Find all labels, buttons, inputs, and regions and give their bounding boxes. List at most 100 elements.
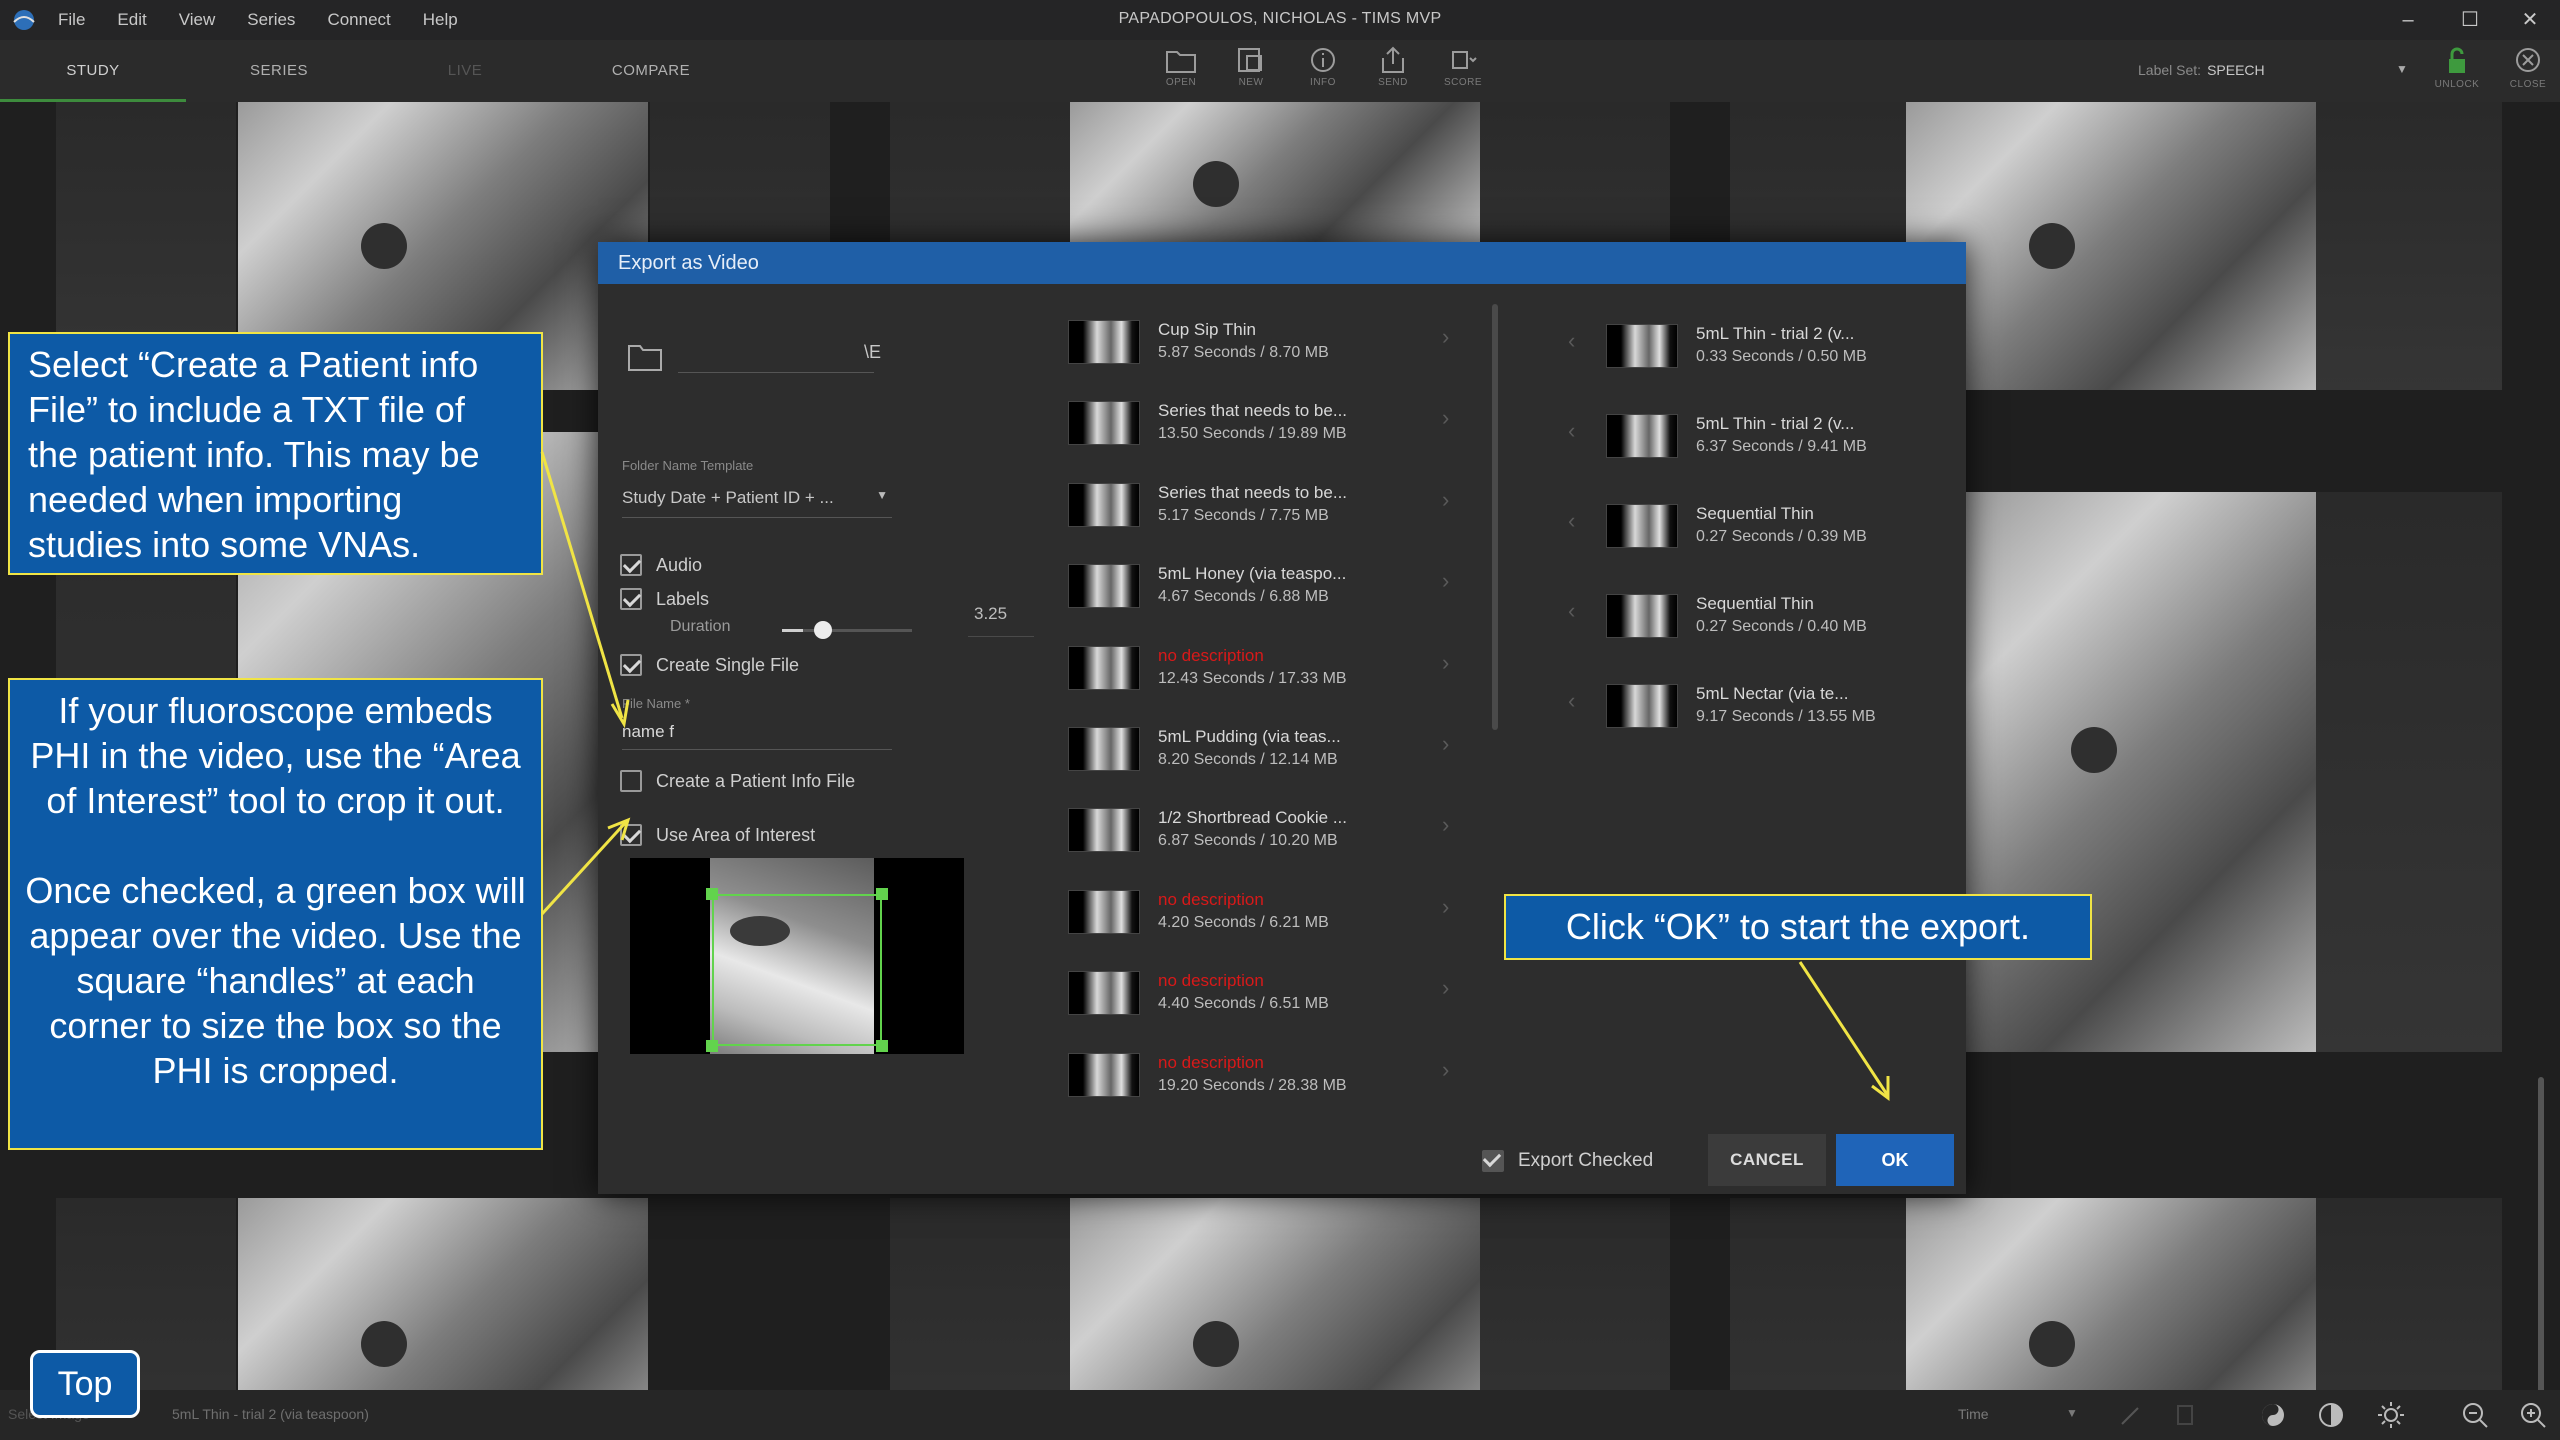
label-set-select[interactable]: Label Set: SPEECH [2138,62,2265,78]
folder-path[interactable]: \E [864,342,881,363]
menu-view[interactable]: View [179,10,216,30]
duration-slider[interactable] [782,621,912,639]
unlock-button[interactable]: UNLOCK [2426,46,2488,98]
chevron-right-icon[interactable]: › [1442,812,1449,838]
maximize-icon[interactable]: ☐ [2450,4,2490,36]
series-item[interactable]: 5mL Nectar (via te... 9.17 Seconds / 13.5… [1568,674,1998,756]
duration-slider-handle[interactable] [813,621,832,639]
chevron-left-icon[interactable]: ‹ [1568,598,1575,624]
chevron-left-icon[interactable]: ‹ [1568,418,1575,444]
patient-info-checkbox[interactable] [620,770,642,792]
area-of-interest-box[interactable] [712,894,882,1046]
aoi-handle-top-right[interactable] [876,888,888,900]
single-file-checkbox[interactable] [620,654,642,676]
top-button[interactable]: Top [30,1350,140,1418]
labels-checkbox-row[interactable]: Labels [620,586,709,612]
menu-help[interactable]: Help [423,10,458,30]
menu-series[interactable]: Series [247,10,295,30]
folder-icon[interactable] [626,340,664,374]
tab-study[interactable]: STUDY [0,40,186,102]
series-title: no description [1158,645,1264,665]
chevron-right-icon[interactable]: › [1442,487,1449,513]
series-duration-size: 6.37 Seconds / 9.41 MB [1696,438,1867,455]
grid-frame[interactable] [1070,102,1480,242]
zoom-in-icon[interactable] [2518,1400,2548,1430]
series-duration-size: 5.87 Seconds / 8.70 MB [1158,344,1329,361]
ok-button[interactable]: OK [1836,1134,1954,1186]
series-item[interactable]: Cup Sip Thin 5.87 Seconds / 8.70 MB › [1060,310,1460,392]
series-item[interactable]: 5mL Pudding (via teas... 8.20 Seconds / 1… [1060,717,1460,799]
time-select[interactable]: Time [1958,1406,1989,1422]
series-item[interactable]: 5mL Thin - trial 2 (v... 0.33 Seconds / 0… [1568,314,1998,396]
tab-series[interactable]: SERIES [186,40,372,102]
menu-connect[interactable]: Connect [327,10,390,30]
series-item[interactable]: Sequential Thin 0.27 Seconds / 0.39 MB ‹ [1568,494,1998,576]
tab-live[interactable]: LIVE [372,40,558,102]
series-duration-size: 0.27 Seconds / 0.40 MB [1696,618,1867,635]
chevron-right-icon[interactable]: › [1442,731,1449,757]
workspace-scrollbar[interactable] [2538,1077,2544,1397]
close-study-button[interactable]: CLOSE [2500,46,2556,98]
aoi-handle-top-left[interactable] [706,888,718,900]
chevron-right-icon[interactable]: › [1442,405,1449,431]
grid-frame[interactable] [2316,102,2502,390]
patient-info-checkbox-row[interactable]: Create a Patient Info File [620,768,855,794]
contrast-swirl-icon[interactable] [2258,1400,2288,1430]
tab-compare[interactable]: COMPARE [558,40,744,102]
series-duration-size: 5.17 Seconds / 7.75 MB [1158,506,1329,524]
new-tool-button[interactable]: NEW [1220,46,1282,98]
audio-checkbox-row[interactable]: Audio [620,552,702,578]
single-file-checkbox-row[interactable]: Create Single File [620,652,799,678]
chevron-right-icon[interactable]: › [1442,1057,1449,1083]
chevron-left-icon[interactable]: ‹ [1568,328,1575,354]
chevron-right-icon[interactable]: › [1442,650,1449,676]
window-close-icon[interactable]: ✕ [2510,4,2550,36]
series-thumbnail [1068,401,1140,446]
chevron-right-icon[interactable]: › [1442,894,1449,920]
minimize-icon[interactable]: – [2388,4,2428,36]
series-item[interactable]: no description 19.20 Seconds / 28.38 MB › [1060,1043,1460,1125]
series-item[interactable]: 5mL Honey (via teaspo... 4.67 Seconds / 6… [1060,554,1460,636]
audio-checkbox[interactable] [620,554,642,576]
cancel-button[interactable]: CANCEL [1708,1134,1826,1186]
time-caret-icon[interactable]: ▼ [2066,1406,2078,1420]
contrast-icon[interactable] [2316,1400,2346,1430]
area-of-interest-checkbox[interactable] [620,824,642,846]
series-item[interactable]: no description 4.40 Seconds / 6.51 MB › [1060,961,1460,1043]
info-tool-button[interactable]: INFO [1292,46,1354,98]
menu-edit[interactable]: Edit [117,10,146,30]
aoi-handle-bottom-right[interactable] [876,1040,888,1052]
chevron-left-icon[interactable]: ‹ [1568,688,1575,714]
open-tool-button[interactable]: OPEN [1150,46,1212,98]
ruler-icon[interactable] [2170,1400,2200,1430]
send-tool-button[interactable]: SEND [1362,46,1424,98]
series-item[interactable]: Sequential Thin 0.27 Seconds / 0.40 MB ‹ [1568,584,1998,666]
area-of-interest-checkbox-row[interactable]: Use Area of Interest [620,822,815,848]
series-item[interactable]: no description 12.43 Seconds / 17.33 MB › [1060,636,1460,718]
series-item[interactable]: Series that needs to be... 5.17 Seconds /… [1060,473,1460,555]
series-item[interactable]: 5mL Thin - trial 2 (v... 6.37 Seconds / 9… [1568,404,1998,486]
series-item[interactable]: no description 4.20 Seconds / 6.21 MB › [1060,880,1460,962]
grid-frame[interactable] [2316,492,2502,1052]
labels-checkbox[interactable] [620,588,642,610]
chevron-right-icon[interactable]: › [1442,324,1449,350]
file-name-input[interactable]: name f [622,720,892,750]
pen-icon[interactable] [2116,1400,2146,1430]
menu-file[interactable]: File [58,10,85,30]
chevron-right-icon[interactable]: › [1442,975,1449,1001]
export-checked-checkbox[interactable] [1482,1150,1504,1172]
series-item[interactable]: 1/2 Shortbread Cookie ... 6.87 Seconds / … [1060,798,1460,880]
score-tool-button[interactable]: SCORE [1432,46,1494,98]
aoi-handle-bottom-left[interactable] [706,1040,718,1052]
app-window: File Edit View Series Connect Help PAPAD… [0,0,2560,1440]
brightness-icon[interactable] [2376,1400,2406,1430]
chevron-left-icon[interactable]: ‹ [1568,508,1575,534]
grid-frame[interactable] [1966,492,2316,1052]
chevron-right-icon[interactable]: › [1442,568,1449,594]
zoom-out-icon[interactable] [2460,1400,2490,1430]
export-checked-row[interactable]: Export Checked [1482,1150,1653,1172]
series-item[interactable]: Series that needs to be... 13.50 Seconds … [1060,391,1460,473]
folder-name-template-select[interactable]: Study Date + Patient ID + ... ▼ [622,488,892,518]
label-set-caret-icon[interactable]: ▼ [2396,62,2408,76]
series-list-scrollbar[interactable] [1492,304,1498,730]
